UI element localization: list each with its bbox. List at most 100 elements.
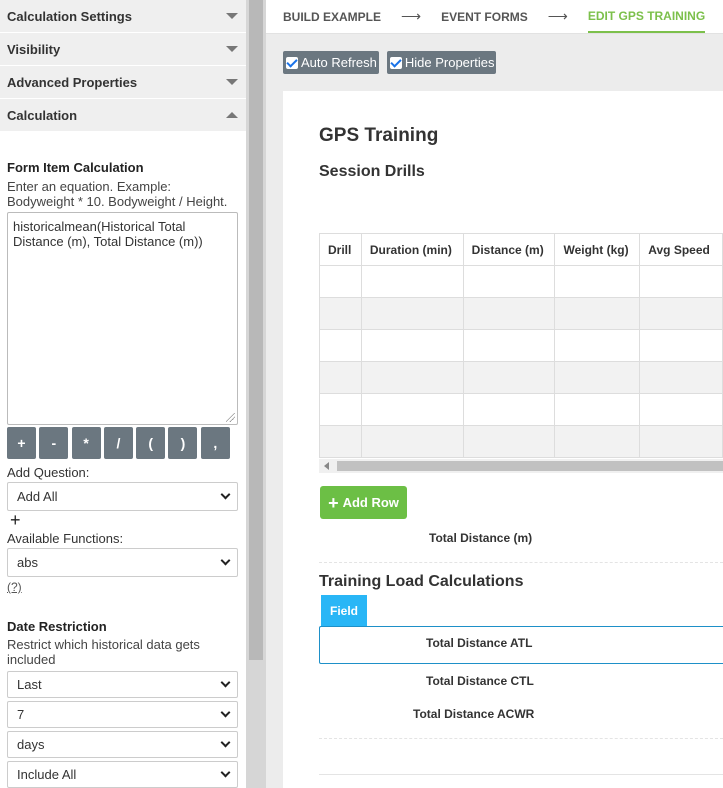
checkbox-checked-icon[interactable] — [286, 56, 298, 69]
table-row — [319, 425, 723, 458]
column-header: Distance (m) — [462, 233, 556, 266]
chevron-down-icon — [220, 555, 231, 566]
table-cell[interactable] — [462, 425, 556, 458]
field-tab[interactable]: Field — [321, 595, 367, 627]
functions-help-link[interactable]: (?) — [7, 580, 238, 594]
table-cell[interactable] — [462, 329, 556, 362]
available-functions-select[interactable]: abs — [7, 548, 238, 577]
date-range-unit-select[interactable]: days — [7, 731, 238, 758]
table-cell[interactable] — [319, 361, 362, 394]
equation-help-text: Enter an equation. Example: Bodyweight *… — [7, 179, 228, 209]
accordion-calculation[interactable]: Calculation — [0, 99, 246, 132]
accordion-label: Visibility — [7, 41, 61, 57]
total-distance-label: Total Distance (m) — [429, 531, 533, 545]
caret-down-icon — [226, 79, 238, 85]
accordion-label: Advanced Properties — [7, 74, 138, 90]
ctl-label[interactable]: Total Distance CTL — [426, 674, 534, 688]
breadcrumb-event-forms[interactable]: EVENT FORMS — [441, 10, 528, 24]
table-cell[interactable] — [554, 425, 641, 458]
table-cell[interactable] — [360, 265, 464, 298]
atl-label[interactable]: Total Distance ATL — [426, 636, 532, 650]
operator-buttons: + - * / ( ) , — [7, 427, 238, 459]
caret-down-icon — [226, 13, 238, 19]
date-include-select[interactable]: Include All — [7, 761, 238, 788]
table-cell[interactable] — [639, 425, 723, 458]
form-preview-area: BUILD EXAMPLE ⟶ EVENT FORMS ⟶ EDIT GPS T… — [266, 0, 723, 788]
accordion-visibility[interactable]: Visibility — [0, 33, 246, 66]
table-cell[interactable] — [462, 393, 556, 426]
section-divider — [319, 738, 723, 739]
table-cell[interactable] — [639, 393, 723, 426]
operator-comma-button[interactable]: , — [200, 427, 230, 459]
add-question-label: Add Question: — [7, 465, 90, 480]
date-restriction-help: Restrict which historical data gets incl… — [7, 637, 200, 667]
page-title: GPS Training — [319, 125, 439, 146]
table-horizontal-scrollbar[interactable] — [319, 459, 723, 473]
chevron-down-icon — [220, 737, 231, 748]
arrow-right-icon: ⟶ — [547, 8, 568, 24]
breadcrumb-build-example[interactable]: BUILD EXAMPLE — [283, 10, 381, 24]
table-cell[interactable] — [554, 297, 641, 330]
training-load-title: Training Load Calculations — [319, 573, 524, 590]
add-question-value: Add All — [17, 489, 58, 504]
form-card: GPS Training Session Drills Drill Durati… — [283, 91, 723, 788]
table-cell[interactable] — [360, 329, 464, 362]
table-cell[interactable] — [639, 297, 723, 330]
table-cell[interactable] — [554, 265, 641, 298]
chevron-down-icon — [220, 489, 231, 500]
table-cell[interactable] — [554, 329, 641, 362]
date-range-count-select[interactable]: 7 — [7, 701, 238, 728]
session-drills-table: Drill Duration (min) Distance (m) Weight… — [319, 233, 723, 458]
section-divider — [319, 562, 723, 563]
chevron-down-icon — [220, 707, 231, 718]
hide-properties-toggle[interactable]: Hide Properties — [386, 51, 497, 74]
chevron-down-icon — [220, 767, 231, 778]
operator-plus-button[interactable]: + — [7, 427, 36, 459]
add-row-button[interactable]: + Add Row — [320, 486, 407, 519]
table-cell[interactable] — [360, 297, 464, 330]
date-range-type-select[interactable]: Last — [7, 671, 238, 698]
acwr-label[interactable]: Total Distance ACWR — [413, 707, 534, 721]
resize-grip-icon[interactable] — [226, 413, 235, 422]
table-cell[interactable] — [462, 265, 556, 298]
section-title: Session Drills — [319, 163, 425, 180]
operator-multiply-button[interactable]: * — [71, 427, 101, 459]
date-restriction-heading: Date Restriction — [7, 619, 107, 634]
breadcrumb-edit-gps-training[interactable]: EDIT GPS TRAINING — [587, 0, 706, 33]
add-question-select[interactable]: Add All — [7, 482, 238, 511]
caret-up-icon — [226, 112, 238, 118]
auto-refresh-toggle[interactable]: Auto Refresh — [283, 51, 379, 74]
table-cell[interactable] — [360, 361, 464, 394]
accordion-calculation-settings[interactable]: Calculation Settings — [0, 0, 246, 33]
accordion-advanced-properties[interactable]: Advanced Properties — [0, 66, 246, 99]
table-cell[interactable] — [639, 265, 723, 298]
properties-panel: Calculation Settings Visibility Advanced… — [0, 0, 246, 788]
auto-refresh-label: Auto Refresh — [301, 55, 377, 70]
table-cell[interactable] — [462, 297, 556, 330]
table-cell[interactable] — [360, 393, 464, 426]
panel-scrollbar-thumb[interactable] — [249, 0, 263, 660]
select-value: Include All — [17, 767, 77, 782]
table-row — [319, 329, 723, 362]
operator-divide-button[interactable]: / — [103, 427, 133, 459]
table-cell[interactable] — [639, 329, 723, 362]
scroll-left-arrow-icon[interactable] — [324, 462, 329, 470]
table-cell[interactable] — [319, 297, 362, 330]
equation-textarea[interactable]: historicalmean(Historical Total Distance… — [7, 212, 238, 425]
operator-open-paren-button[interactable]: ( — [136, 427, 166, 459]
table-cell[interactable] — [554, 393, 641, 426]
add-question-plus-button[interactable]: + — [10, 511, 238, 529]
table-cell[interactable] — [319, 425, 362, 458]
table-cell[interactable] — [554, 361, 641, 394]
table-cell[interactable] — [319, 393, 362, 426]
column-header: Duration (min) — [360, 233, 464, 266]
table-cell[interactable] — [462, 361, 556, 394]
table-cell[interactable] — [319, 329, 362, 362]
table-cell[interactable] — [360, 425, 464, 458]
table-scrollbar-thumb[interactable] — [337, 461, 723, 471]
table-cell[interactable] — [319, 265, 362, 298]
table-cell[interactable] — [639, 361, 723, 394]
operator-close-paren-button[interactable]: ) — [168, 427, 198, 459]
checkbox-checked-icon[interactable] — [389, 56, 402, 69]
operator-minus-button[interactable]: - — [39, 427, 69, 459]
